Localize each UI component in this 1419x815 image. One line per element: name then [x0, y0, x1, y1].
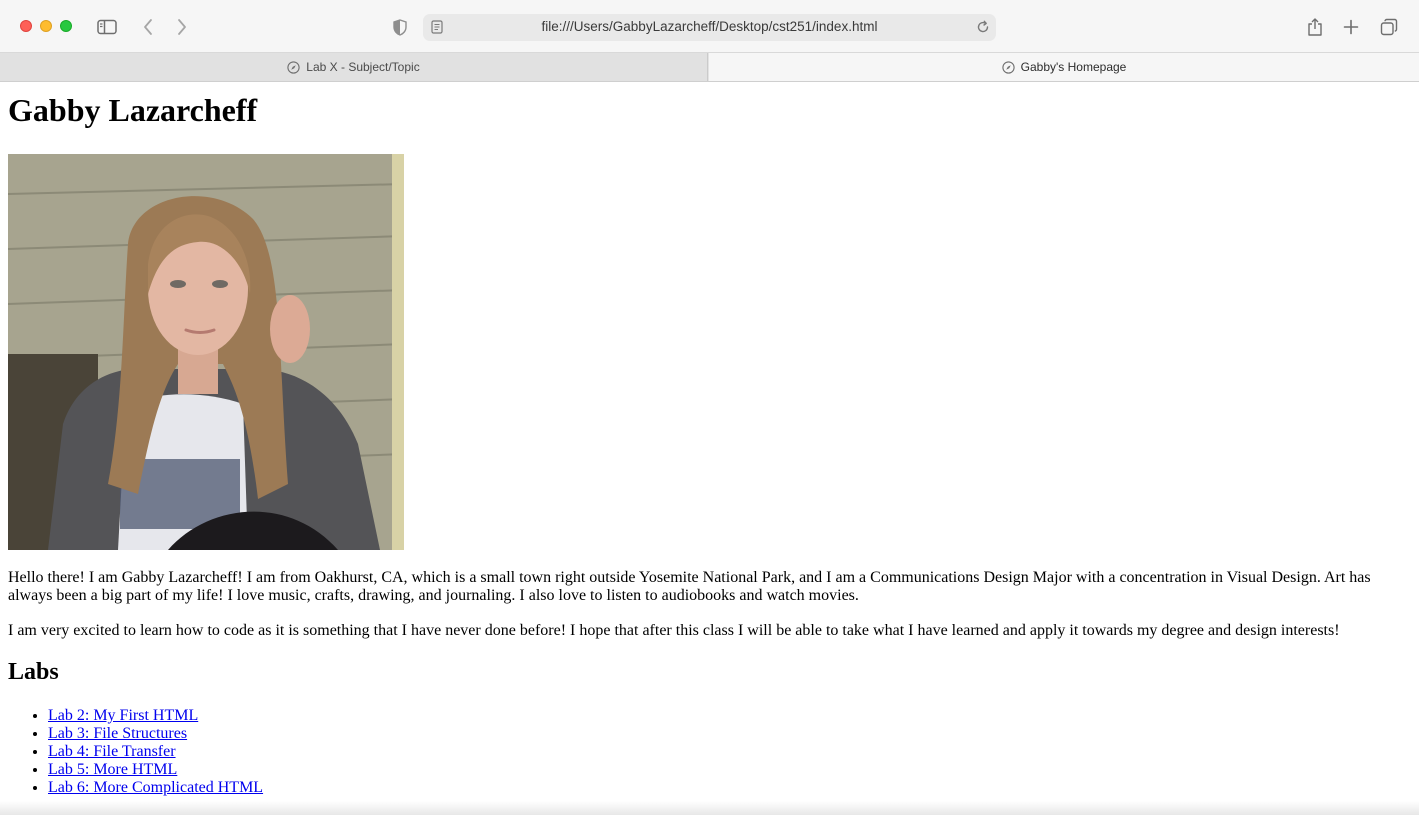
tab-label: Gabby's Homepage	[1020, 60, 1127, 74]
reload-button[interactable]	[974, 18, 992, 41]
address-bar[interactable]: file:///Users/GabbyLazarcheff/Desktop/cs…	[423, 14, 996, 41]
lab-5-link[interactable]: Lab 5: More HTML	[48, 761, 177, 778]
tab-homepage[interactable]: Gabby's Homepage	[709, 53, 1419, 81]
lab-2-link[interactable]: Lab 2: My First HTML	[48, 707, 198, 724]
window-minimize-button[interactable]	[40, 20, 52, 32]
lab-4-link[interactable]: Lab 4: File Transfer	[48, 743, 176, 760]
sidebar-icon	[97, 19, 117, 35]
list-item: Lab 2: My First HTML	[48, 707, 263, 725]
labs-heading: Labs	[8, 659, 59, 685]
plus-icon	[1343, 19, 1359, 35]
tab-label: Lab X - Subject/Topic	[306, 60, 420, 74]
back-button[interactable]	[135, 14, 161, 40]
browser-toolbar: file:///Users/GabbyLazarcheff/Desktop/cs…	[0, 0, 1419, 53]
compass-icon	[287, 60, 300, 74]
tab-overview-icon	[1380, 18, 1398, 36]
sidebar-toggle-button[interactable]	[94, 14, 120, 40]
share-icon	[1307, 17, 1323, 37]
page-title: Gabby Lazarcheff	[8, 92, 258, 128]
list-item: Lab 3: File Structures	[48, 725, 263, 743]
reload-icon	[974, 20, 992, 40]
lab-6-link[interactable]: Lab 6: More Complicated HTML	[48, 779, 263, 796]
window-bottom-edge	[0, 801, 1419, 815]
list-item: Lab 6: More Complicated HTML	[48, 779, 263, 797]
share-button[interactable]	[1302, 14, 1328, 40]
excitement-paragraph: I am very excited to learn how to code a…	[8, 622, 1340, 639]
chevron-left-icon	[142, 18, 154, 36]
window-close-button[interactable]	[20, 20, 32, 32]
privacy-report-button[interactable]	[387, 14, 413, 40]
url-text[interactable]: file:///Users/GabbyLazarcheff/Desktop/cs…	[423, 19, 996, 34]
chevron-right-icon	[176, 18, 188, 36]
tab-lab-x[interactable]: Lab X - Subject/Topic	[0, 53, 708, 81]
compass-icon	[1002, 60, 1015, 74]
list-item: Lab 4: File Transfer	[48, 743, 263, 761]
tab-bar: Lab X - Subject/Topic Gabby's Homepage	[0, 53, 1419, 82]
lab-3-link[interactable]: Lab 3: File Structures	[48, 725, 187, 742]
forward-button[interactable]	[169, 14, 195, 40]
labs-list: Lab 2: My First HTML Lab 3: File Structu…	[8, 707, 263, 797]
new-tab-button[interactable]	[1338, 14, 1364, 40]
shield-icon	[393, 18, 407, 36]
tab-overview-button[interactable]	[1376, 14, 1402, 40]
window-maximize-button[interactable]	[60, 20, 72, 32]
intro-paragraph: Hello there! I am Gabby Lazarcheff! I am…	[8, 569, 1371, 604]
web-page: Gabby Lazarcheff Hello there! I am Gabby…	[0, 82, 1419, 815]
profile-photo	[8, 154, 404, 550]
list-item: Lab 5: More HTML	[48, 761, 263, 779]
